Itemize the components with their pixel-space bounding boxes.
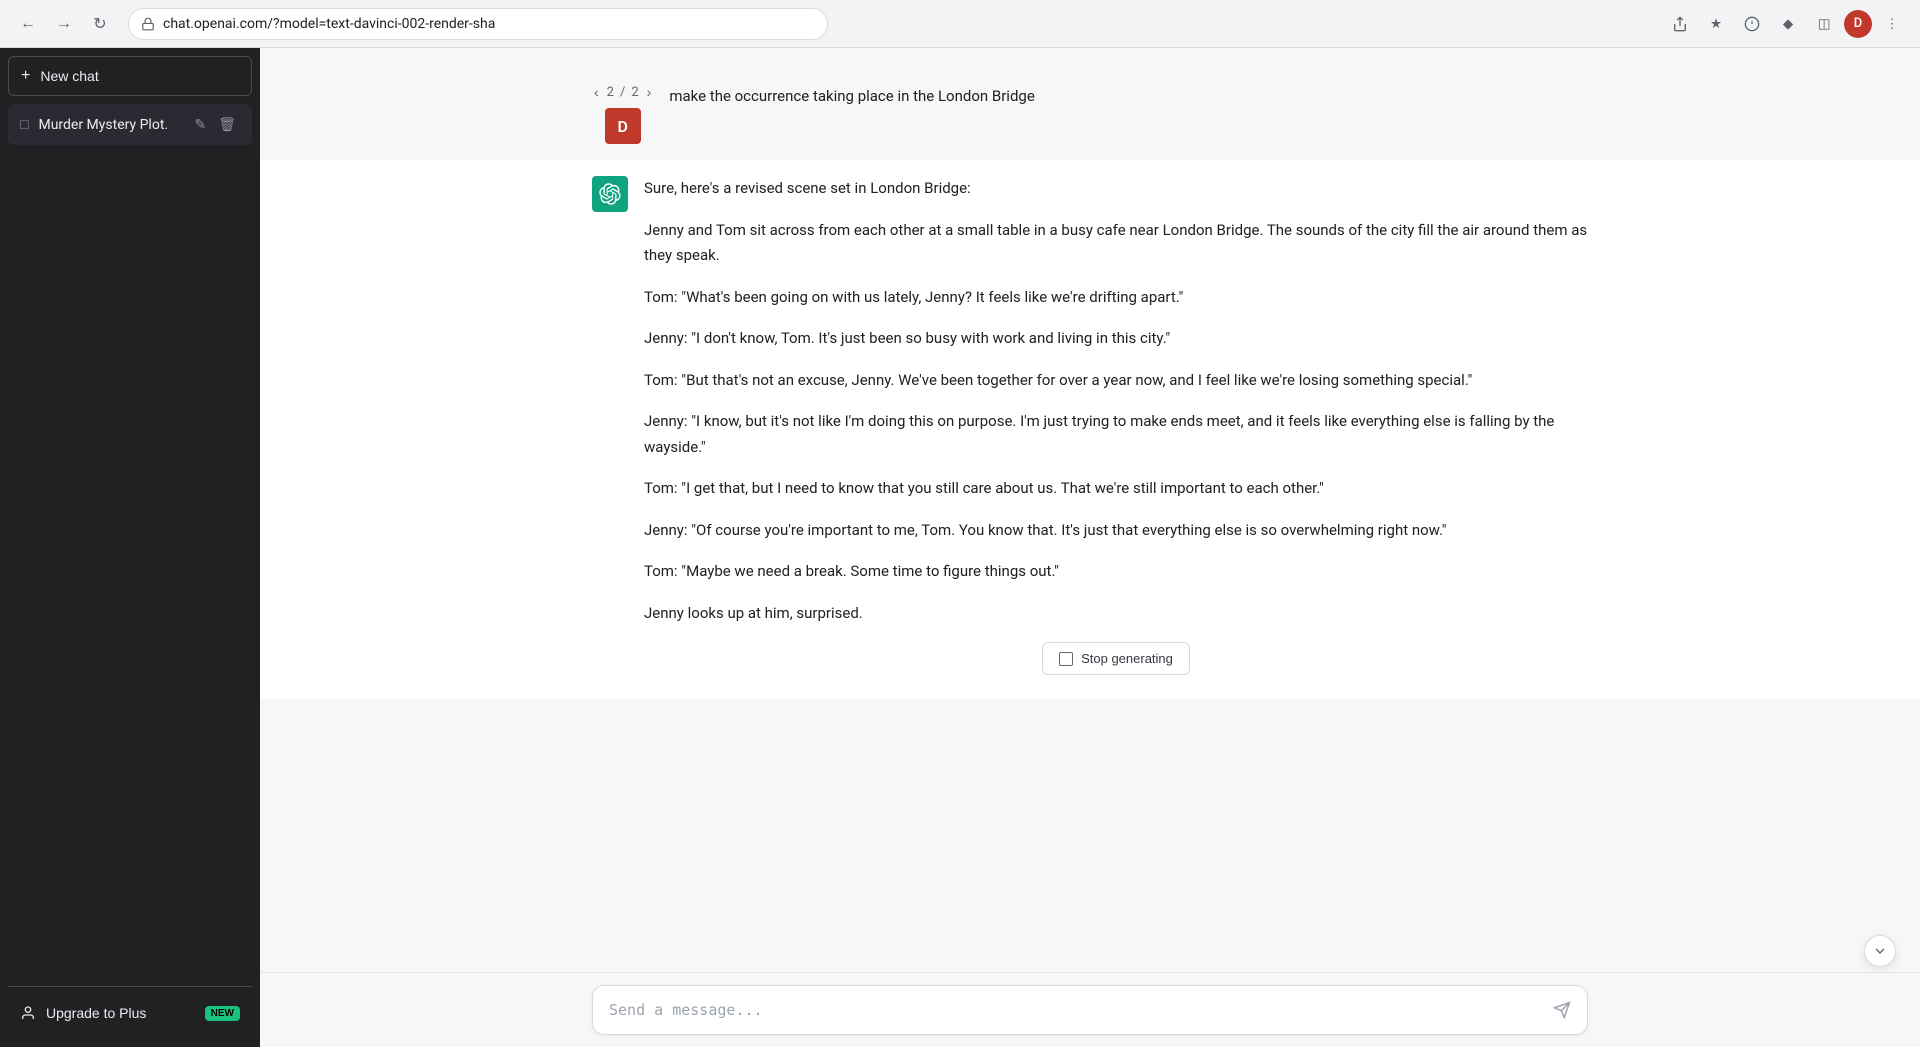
sidebar: + New chat □ Murder Mystery Plot. ✎ 🗑 Up… (0, 48, 260, 1047)
ai-para-6: Jenny: "Of course you're important to me… (644, 518, 1588, 544)
menu-button[interactable]: ⋮ (1876, 8, 1908, 40)
message-nav-separator: / (620, 85, 625, 100)
ai-para-2: Jenny: "I don't know, Tom. It's just bee… (644, 326, 1588, 352)
input-area (260, 972, 1920, 1047)
sidebar-footer: Upgrade to Plus NEW (8, 986, 252, 1039)
extension1-button[interactable] (1736, 8, 1768, 40)
chat-item[interactable]: □ Murder Mystery Plot. ✎ 🗑 (8, 104, 252, 145)
ai-avatar (592, 176, 628, 212)
address-bar[interactable]: chat.openai.com/?model=text-davinci-002-… (128, 8, 828, 40)
stop-generating-label: Stop generating (1081, 651, 1173, 666)
send-button[interactable] (1553, 1001, 1571, 1019)
back-button[interactable]: ← (12, 8, 44, 40)
input-container (592, 985, 1588, 1035)
lock-icon (141, 17, 155, 31)
new-badge: NEW (205, 1006, 240, 1021)
user-avatar: D (605, 108, 641, 144)
delete-chat-button[interactable]: 🗑 (214, 114, 240, 135)
upgrade-label: Upgrade to Plus (46, 1005, 146, 1021)
user-message-row: ‹ 2 / 2 › D make the occurrence taking p… (260, 68, 1920, 160)
chat-area: ‹ 2 / 2 › D make the occurrence taking p… (260, 48, 1920, 972)
ai-message-row: Sure, here's a revised scene set in Lond… (260, 160, 1920, 699)
new-chat-label: New chat (40, 68, 98, 84)
ai-para-1: Tom: "What's been going on with us latel… (644, 285, 1588, 311)
bookmark-button[interactable]: ★ (1700, 8, 1732, 40)
share-button[interactable] (1664, 8, 1696, 40)
chat-icon: □ (20, 116, 28, 133)
next-message-button[interactable]: › (645, 84, 654, 100)
ai-para-3: Tom: "But that's not an excuse, Jenny. W… (644, 368, 1588, 394)
prev-message-button[interactable]: ‹ (592, 84, 601, 100)
ai-para-4: Jenny: "I know, but it's not like I'm do… (644, 409, 1588, 460)
app-container: + New chat □ Murder Mystery Plot. ✎ 🗑 Up… (0, 48, 1920, 1047)
ai-message-text: Sure, here's a revised scene set in Lond… (644, 176, 1588, 626)
ai-para-5: Tom: "I get that, but I need to know tha… (644, 476, 1588, 502)
new-chat-button[interactable]: + New chat (8, 56, 252, 96)
send-icon (1553, 1001, 1571, 1019)
upgrade-button[interactable]: Upgrade to Plus NEW (8, 995, 252, 1031)
ai-para-0: Jenny and Tom sit across from each other… (644, 218, 1588, 269)
message-nav-total: 2 (631, 85, 638, 100)
stop-generating-button[interactable]: Stop generating (1042, 642, 1190, 675)
ai-para-8: Jenny looks up at him, surprised. (644, 601, 1588, 627)
url-text: chat.openai.com/?model=text-davinci-002-… (163, 16, 815, 32)
browser-chrome: ← → ↻ chat.openai.com/?model=text-davinc… (0, 0, 1920, 48)
chat-item-label: Murder Mystery Plot. (38, 117, 180, 133)
chat-list: □ Murder Mystery Plot. ✎ 🗑 (8, 104, 252, 978)
forward-button[interactable]: → (48, 8, 80, 40)
chat-item-actions: ✎ 🗑 (190, 114, 240, 135)
edit-chat-button[interactable]: ✎ (190, 114, 210, 135)
reload-button[interactable]: ↻ (84, 8, 116, 40)
main-content: ‹ 2 / 2 › D make the occurrence taking p… (260, 48, 1920, 1047)
ai-message-content: Sure, here's a revised scene set in Lond… (644, 176, 1588, 683)
ai-para-7: Tom: "Maybe we need a break. Some time t… (644, 559, 1588, 585)
message-nav: ‹ 2 / 2 › (592, 84, 653, 100)
extension2-button[interactable]: ◆ (1772, 8, 1804, 40)
stop-generating-container: Stop generating (644, 642, 1588, 675)
ai-intro: Sure, here's a revised scene set in Lond… (644, 176, 1588, 202)
browser-nav-buttons: ← → ↻ (12, 8, 116, 40)
plus-icon: + (21, 67, 30, 85)
user-message-content: make the occurrence taking place in the … (669, 84, 1588, 108)
openai-logo (599, 183, 621, 205)
stop-checkbox-icon (1059, 652, 1073, 666)
user-icon (20, 1005, 36, 1021)
browser-actions: ★ ◆ ◫ D ⋮ (1664, 8, 1908, 40)
scroll-to-bottom-button[interactable] (1864, 935, 1896, 967)
chevron-down-icon (1872, 943, 1888, 959)
sidebar-toggle-button[interactable]: ◫ (1808, 8, 1840, 40)
message-input[interactable] (609, 998, 1545, 1022)
browser-user-avatar[interactable]: D (1844, 10, 1872, 38)
user-message-text: make the occurrence taking place in the … (669, 84, 1588, 108)
message-nav-current: 2 (607, 85, 614, 100)
